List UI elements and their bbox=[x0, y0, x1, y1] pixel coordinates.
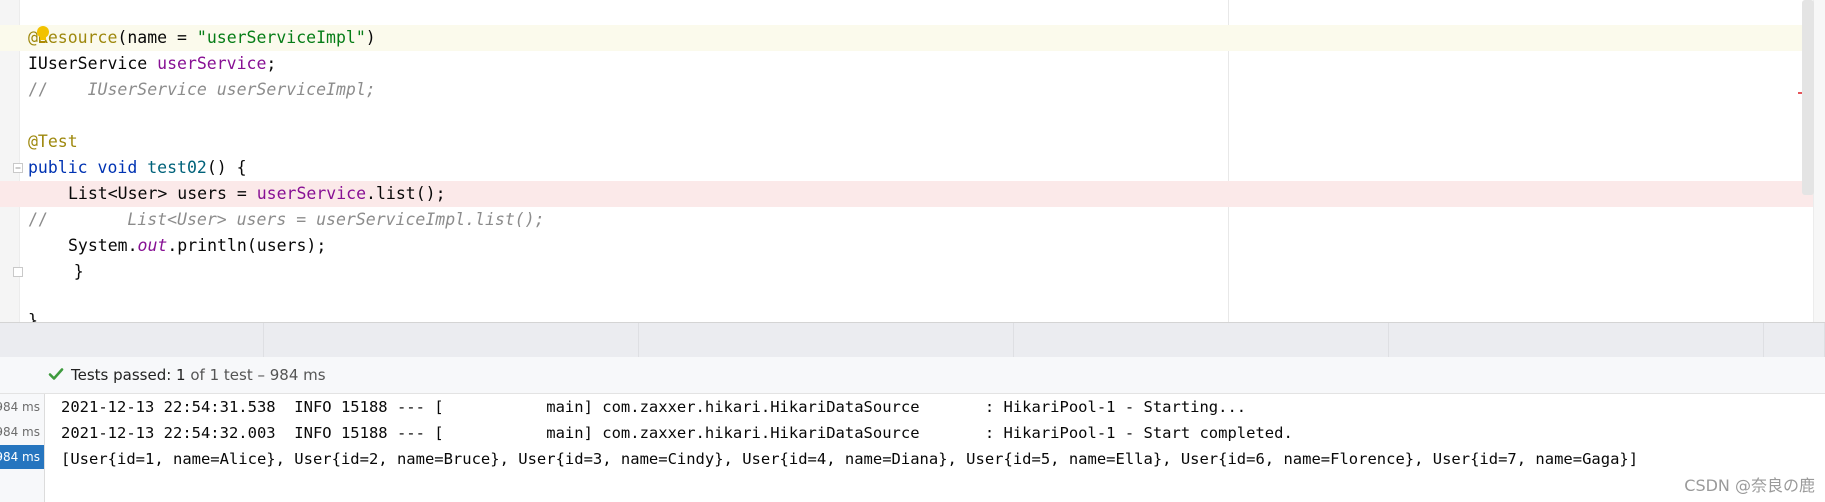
tool-tab[interactable] bbox=[1764, 323, 1825, 357]
tool-tab[interactable] bbox=[639, 323, 1014, 357]
code-line[interactable]: } bbox=[0, 308, 1813, 322]
tool-tab[interactable] bbox=[1389, 323, 1764, 357]
code-text: ) bbox=[365, 28, 376, 47]
test-duration-selected[interactable]: 984 ms bbox=[0, 445, 44, 469]
code-line[interactable]: public void test02() { bbox=[0, 155, 1813, 181]
tool-tab[interactable] bbox=[1014, 323, 1389, 357]
code-text: } bbox=[34, 262, 84, 281]
code-text: System. bbox=[68, 236, 138, 255]
code-line[interactable]: IUserService userService; bbox=[0, 51, 1813, 77]
code-line[interactable]: // List<User> users = userServiceImpl.li… bbox=[0, 207, 1813, 233]
code-text: .list(); bbox=[366, 184, 446, 203]
test-tree-panel[interactable]: 984 ms 984 ms 984 ms bbox=[0, 394, 45, 502]
code-text: (name = bbox=[117, 28, 197, 47]
fold-marker-icon[interactable] bbox=[13, 267, 23, 277]
tool-tab[interactable] bbox=[0, 323, 264, 357]
field-ref: userService bbox=[157, 54, 267, 73]
test-status-label: Tests passed: bbox=[71, 366, 177, 384]
code-line[interactable]: @Test bbox=[0, 129, 1813, 155]
code-line-error[interactable]: List<User> users = userService.list(); bbox=[0, 181, 1813, 207]
editor-scrollbar[interactable] bbox=[1813, 0, 1825, 322]
code-text: .println(users); bbox=[167, 236, 327, 255]
fold-marker-icon[interactable] bbox=[13, 163, 23, 173]
code-line[interactable]: } bbox=[0, 259, 1813, 285]
code-text: () { bbox=[206, 158, 247, 177]
code-line[interactable]: // IUserService userServiceImpl; bbox=[0, 77, 1813, 103]
check-icon bbox=[48, 368, 64, 380]
comment-prefix: // bbox=[28, 80, 88, 99]
string-literal: "userServiceImpl" bbox=[196, 28, 366, 47]
test-status-text: Tests passed: 1 of 1 test – 984 ms bbox=[71, 357, 326, 393]
annotation: @Test bbox=[28, 132, 78, 151]
console-line: [User{id=1, name=Alice}, User{id=2, name… bbox=[61, 450, 1639, 468]
field-ref: userService bbox=[256, 184, 367, 203]
console-line: 2021-12-13 22:54:32.003 INFO 15188 --- [… bbox=[61, 424, 1293, 442]
code-editor[interactable]: @Resource(name = "userServiceImpl") IUse… bbox=[0, 0, 1825, 322]
test-duration[interactable]: 984 ms bbox=[0, 420, 40, 444]
code-text: List<User> users = bbox=[68, 184, 257, 203]
code-line[interactable]: @Resource(name = "userServiceImpl") bbox=[0, 25, 1813, 51]
comment-text: IUserService userServiceImpl; bbox=[87, 80, 376, 99]
code-line[interactable]: System.out.println(users); bbox=[0, 233, 1813, 259]
console-output[interactable]: 984 ms 984 ms 984 ms 2021-12-13 22:54:31… bbox=[0, 394, 1825, 502]
tool-tab[interactable] bbox=[264, 323, 639, 357]
code-text: ; bbox=[266, 54, 277, 73]
lightbulb-icon[interactable] bbox=[36, 25, 50, 47]
tool-window-header bbox=[0, 322, 1825, 358]
code-text: } bbox=[28, 311, 38, 322]
keyword: public bbox=[28, 158, 88, 177]
test-duration[interactable]: 984 ms bbox=[0, 395, 40, 419]
code-text: IUserService bbox=[28, 54, 158, 73]
editor-scrollbar-thumb[interactable] bbox=[1802, 0, 1814, 195]
comment-prefix: // bbox=[28, 210, 128, 229]
comment-text: List<User> users = userServiceImpl.list(… bbox=[127, 210, 545, 229]
test-status-bar: Tests passed: 1 of 1 test – 984 ms bbox=[0, 357, 1825, 394]
method-name: test02 bbox=[147, 158, 207, 177]
console-line: 2021-12-13 22:54:31.538 INFO 15188 --- [… bbox=[61, 398, 1247, 416]
test-status-detail: of 1 test – 984 ms bbox=[185, 366, 326, 384]
test-pass-count: 1 bbox=[176, 366, 186, 384]
keyword: void bbox=[97, 158, 138, 177]
static-field: out bbox=[137, 236, 168, 255]
watermark: CSDN @奈良の鹿 bbox=[1684, 476, 1815, 495]
